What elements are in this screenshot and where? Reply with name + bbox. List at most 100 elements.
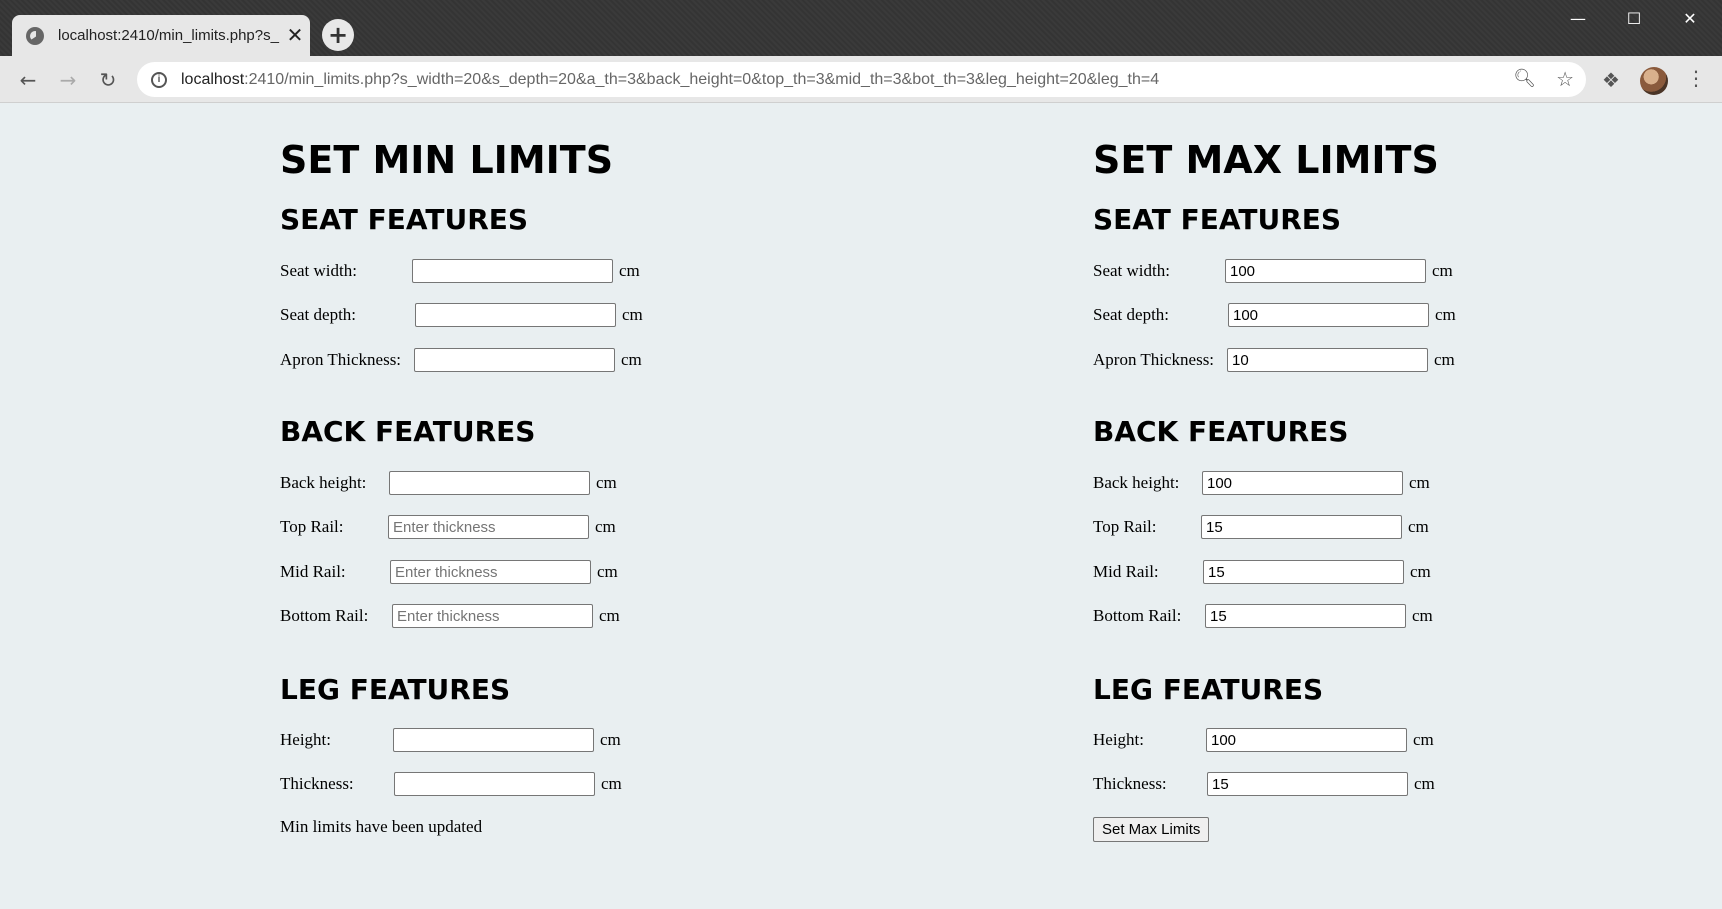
min-title: SET MIN LIMITS bbox=[280, 138, 614, 182]
min-bottom-rail-row: Bottom Rail: cm bbox=[280, 604, 620, 628]
unit: cm bbox=[1410, 562, 1431, 581]
label: Height: bbox=[280, 730, 331, 749]
max-leg-thickness-row: Thickness: cm bbox=[1093, 772, 1435, 796]
max-title: SET MAX LIMITS bbox=[1093, 138, 1439, 182]
unit: cm bbox=[597, 562, 618, 581]
max-bottom-rail-row: Bottom Rail: cm bbox=[1093, 604, 1433, 628]
info-icon[interactable]: i bbox=[151, 71, 167, 88]
unit: cm bbox=[619, 261, 640, 280]
unit: cm bbox=[599, 606, 620, 625]
label: Thickness: bbox=[280, 774, 354, 793]
label: Apron Thickness: bbox=[1093, 350, 1215, 369]
unit: cm bbox=[596, 473, 617, 492]
min-back-heading: BACK FEATURES bbox=[280, 415, 536, 448]
min-seat-heading: SEAT FEATURES bbox=[280, 203, 529, 236]
min-bottom-rail-input[interactable] bbox=[392, 604, 593, 628]
min-seat-width-row: Seat width: cm bbox=[280, 259, 640, 283]
new-tab-button[interactable]: + bbox=[322, 19, 354, 51]
puzzle-icon[interactable]: ❖ bbox=[1602, 68, 1620, 92]
label: Bottom Rail: bbox=[1093, 606, 1182, 625]
max-seat-depth-row: Seat depth: cm bbox=[1093, 303, 1456, 327]
unit: cm bbox=[1409, 473, 1430, 492]
close-tab-icon[interactable]: ✕ bbox=[280, 23, 310, 48]
close-window-icon[interactable]: ✕ bbox=[1662, 0, 1718, 36]
max-mid-rail-row: Mid Rail: cm bbox=[1093, 560, 1431, 584]
url-path: :2410/min_limits.php?s_width=20&s_depth=… bbox=[244, 70, 1160, 88]
unit: cm bbox=[1432, 261, 1453, 280]
reload-icon[interactable]: ↻ bbox=[94, 66, 122, 94]
max-mid-rail-input[interactable] bbox=[1203, 560, 1404, 584]
max-leg-thickness-input[interactable] bbox=[1207, 772, 1408, 796]
page-content: SET MIN LIMITS SEAT FEATURES Seat width:… bbox=[0, 104, 1722, 909]
url-host: localhost bbox=[181, 70, 245, 88]
browser-titlebar: localhost:2410/min_limits.php?s_ ✕ + — ☐… bbox=[0, 0, 1722, 56]
forward-arrow-icon[interactable]: → bbox=[54, 66, 82, 94]
min-leg-thickness-input[interactable] bbox=[394, 772, 595, 796]
maximize-icon[interactable]: ☐ bbox=[1606, 0, 1662, 36]
label: Thickness: bbox=[1093, 774, 1167, 793]
browser-tab[interactable]: localhost:2410/min_limits.php?s_ ✕ bbox=[12, 15, 310, 56]
max-leg-height-row: Height: cm bbox=[1093, 728, 1434, 752]
min-leg-thickness-row: Thickness: cm bbox=[280, 772, 622, 796]
label: Apron Thickness: bbox=[280, 350, 402, 369]
unit: cm bbox=[600, 730, 621, 749]
max-bottom-rail-input[interactable] bbox=[1205, 604, 1406, 628]
star-icon[interactable]: ☆ bbox=[1556, 67, 1574, 92]
minimize-icon[interactable]: — bbox=[1550, 0, 1606, 36]
max-apron-row: Apron Thickness: cm bbox=[1093, 348, 1455, 372]
min-leg-heading: LEG FEATURES bbox=[280, 673, 511, 706]
unit: cm bbox=[622, 305, 643, 324]
min-back-height-input[interactable] bbox=[389, 471, 590, 495]
max-seat-width-row: Seat width: cm bbox=[1093, 259, 1453, 283]
max-top-rail-input[interactable] bbox=[1201, 515, 1402, 539]
label: Seat width: bbox=[280, 261, 357, 280]
label: Top Rail: bbox=[1093, 517, 1157, 536]
max-leg-height-input[interactable] bbox=[1206, 728, 1407, 752]
min-leg-height-input[interactable] bbox=[393, 728, 594, 752]
min-back-height-row: Back height: cm bbox=[280, 471, 617, 495]
max-back-heading: BACK FEATURES bbox=[1093, 415, 1349, 448]
label: Mid Rail: bbox=[1093, 562, 1159, 581]
min-leg-height-row: Height: cm bbox=[280, 728, 621, 752]
max-seat-heading: SEAT FEATURES bbox=[1093, 203, 1342, 236]
back-arrow-icon[interactable]: ← bbox=[14, 66, 42, 94]
label: Top Rail: bbox=[280, 517, 344, 536]
min-seat-depth-input[interactable] bbox=[415, 303, 616, 327]
max-seat-width-input[interactable] bbox=[1225, 259, 1426, 283]
min-mid-rail-input[interactable] bbox=[390, 560, 591, 584]
status-message: Min limits have been updated bbox=[280, 817, 483, 836]
address-bar[interactable]: i localhost:2410/min_limits.php?s_width=… bbox=[137, 62, 1586, 97]
unit: cm bbox=[1435, 305, 1456, 324]
zoom-icon[interactable]: 🔍︎ bbox=[1513, 68, 1536, 89]
max-leg-heading: LEG FEATURES bbox=[1093, 673, 1324, 706]
unit: cm bbox=[1412, 606, 1433, 625]
min-top-rail-row: Top Rail: cm bbox=[280, 515, 616, 539]
label: Height: bbox=[1093, 730, 1144, 749]
max-back-height-input[interactable] bbox=[1202, 471, 1403, 495]
min-top-rail-input[interactable] bbox=[388, 515, 589, 539]
kebab-menu-icon[interactable]: ⋮ bbox=[1686, 66, 1706, 90]
max-seat-depth-input[interactable] bbox=[1228, 303, 1429, 327]
min-mid-rail-row: Mid Rail: cm bbox=[280, 560, 618, 584]
set-max-limits-button[interactable]: Set Max Limits bbox=[1093, 817, 1210, 842]
max-apron-input[interactable] bbox=[1227, 348, 1428, 372]
label: Seat depth: bbox=[1093, 305, 1170, 324]
globe-icon bbox=[26, 26, 44, 45]
label: Seat width: bbox=[1093, 261, 1170, 280]
label: Back height: bbox=[1093, 473, 1180, 492]
max-top-rail-row: Top Rail: cm bbox=[1093, 515, 1429, 539]
min-seat-width-input[interactable] bbox=[412, 259, 613, 283]
unit: cm bbox=[1414, 774, 1435, 793]
unit: cm bbox=[1434, 350, 1455, 369]
min-apron-row: Apron Thickness: cm bbox=[280, 348, 642, 372]
max-back-height-row: Back height: cm bbox=[1093, 471, 1430, 495]
profile-avatar[interactable] bbox=[1640, 67, 1668, 95]
tab-title: localhost:2410/min_limits.php?s_ bbox=[58, 27, 279, 44]
unit: cm bbox=[1413, 730, 1434, 749]
min-apron-input[interactable] bbox=[414, 348, 615, 372]
label: Mid Rail: bbox=[280, 562, 346, 581]
browser-toolbar: ← → ↻ i localhost:2410/min_limits.php?s_… bbox=[0, 56, 1722, 103]
label: Seat depth: bbox=[280, 305, 357, 324]
min-seat-depth-row: Seat depth: cm bbox=[280, 303, 643, 327]
unit: cm bbox=[595, 517, 616, 536]
